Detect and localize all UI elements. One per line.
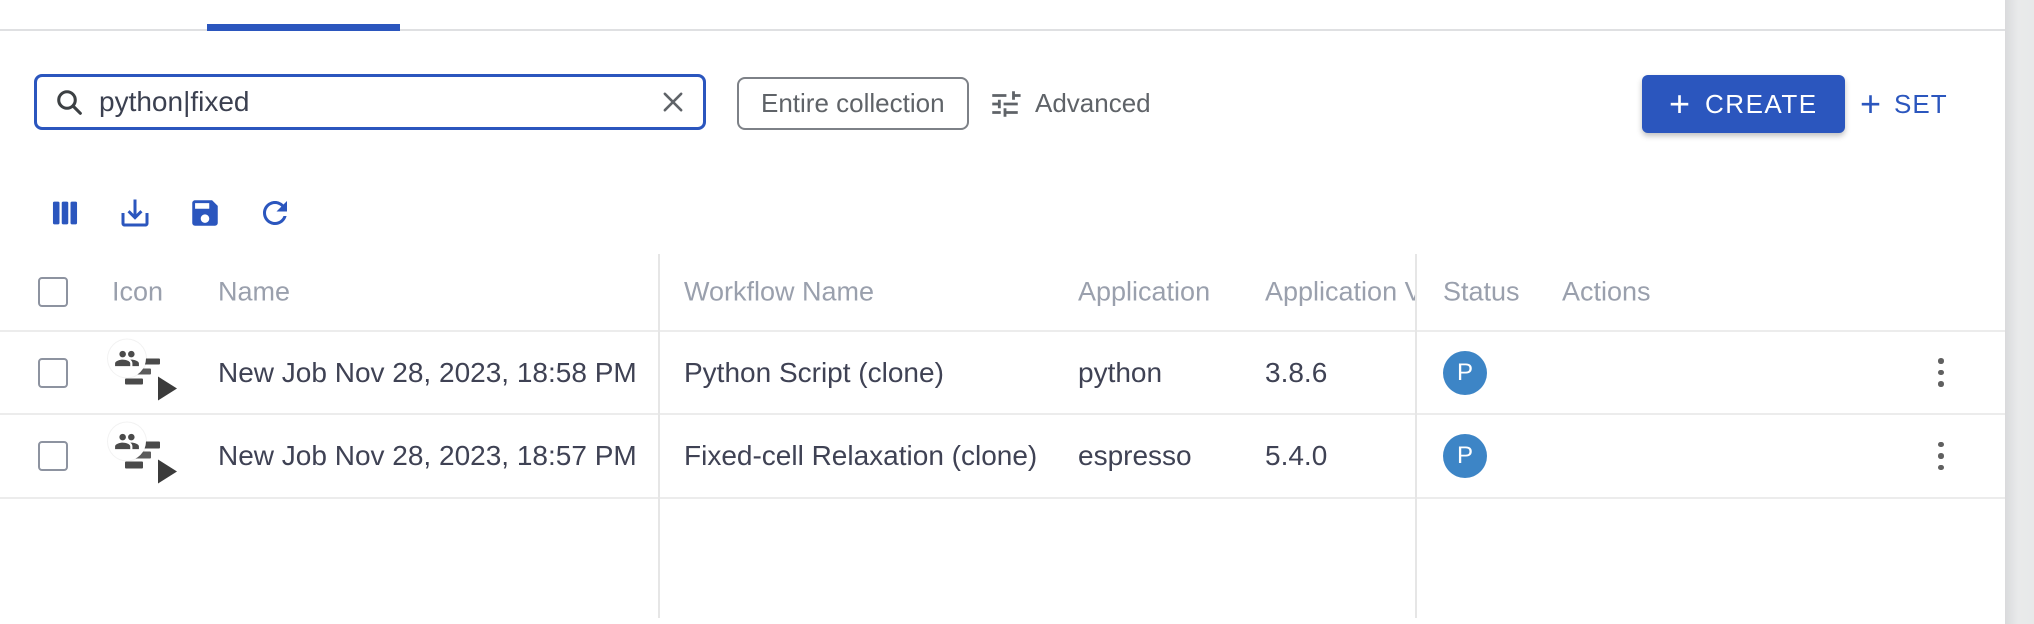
column-header-icon[interactable]: Icon: [112, 277, 163, 308]
plus-icon: +: [1669, 86, 1690, 122]
job-workflow-name: Fixed-cell Relaxation (clone): [684, 440, 1037, 472]
grid-toolbar: [46, 192, 294, 234]
tune-icon: [988, 87, 1022, 121]
play-icon: [158, 460, 177, 484]
create-button[interactable]: + CREATE: [1642, 75, 1845, 133]
column-header-application[interactable]: Application: [1078, 277, 1210, 308]
job-workflow-icon: [108, 423, 184, 485]
status-badge[interactable]: P: [1443, 434, 1487, 478]
column-header-name[interactable]: Name: [218, 277, 290, 308]
job-name[interactable]: New Job Nov 28, 2023, 18:57 PM: [218, 440, 637, 472]
row-checkbox[interactable]: [38, 441, 68, 471]
table-header: Icon Name Workflow Name Application Appl…: [0, 254, 2005, 332]
column-header-actions[interactable]: Actions: [1562, 277, 1651, 308]
row-actions-menu-icon[interactable]: [1926, 356, 1956, 390]
plus-icon: +: [1860, 86, 1881, 122]
job-application: python: [1078, 357, 1162, 389]
search-icon: [53, 86, 85, 118]
download-icon[interactable]: [116, 192, 154, 234]
table-row: New Job Nov 28, 2023, 18:57 PM Fixed-cel…: [0, 415, 2005, 499]
job-name[interactable]: New Job Nov 28, 2023, 18:58 PM: [218, 357, 637, 389]
pinned-column-divider: [1415, 254, 1417, 618]
jobs-page: Entire collection Advanced + CREATE + SE…: [0, 0, 2034, 624]
set-button-label: SET: [1894, 89, 1948, 120]
vertical-scrollbar[interactable]: [2005, 0, 2034, 624]
set-button[interactable]: + SET: [1860, 75, 1948, 133]
job-workflow-name: Python Script (clone): [684, 357, 944, 389]
refresh-icon[interactable]: [256, 192, 294, 234]
save-icon[interactable]: [186, 192, 224, 234]
create-button-label: CREATE: [1705, 89, 1818, 120]
group-icon: [108, 339, 146, 377]
columns-icon[interactable]: [46, 192, 84, 234]
search-input[interactable]: [99, 86, 659, 118]
column-header-workflow[interactable]: Workflow Name: [684, 277, 874, 308]
select-all-checkbox[interactable]: [38, 277, 68, 307]
row-actions-menu-icon[interactable]: [1926, 439, 1956, 473]
column-header-status[interactable]: Status: [1443, 277, 1520, 308]
active-tab-indicator: [207, 24, 400, 31]
column-header-application-version[interactable]: Application V: [1265, 277, 1417, 308]
play-icon: [158, 376, 177, 400]
status-badge[interactable]: P: [1443, 351, 1487, 395]
table-row: New Job Nov 28, 2023, 18:58 PM Python Sc…: [0, 332, 2005, 415]
entire-collection-button[interactable]: Entire collection: [737, 77, 969, 130]
job-workflow-icon: [108, 339, 184, 401]
row-checkbox[interactable]: [38, 358, 68, 388]
group-icon: [108, 423, 146, 461]
job-application-version: 3.8.6: [1265, 357, 1327, 389]
advanced-label: Advanced: [1035, 88, 1151, 119]
advanced-filter-button[interactable]: Advanced: [988, 77, 1151, 130]
clear-icon[interactable]: [659, 88, 687, 116]
column-divider: [658, 254, 660, 618]
job-application-version: 5.4.0: [1265, 440, 1327, 472]
job-application: espresso: [1078, 440, 1192, 472]
entire-collection-label: Entire collection: [761, 88, 945, 119]
search-box[interactable]: [34, 74, 706, 130]
